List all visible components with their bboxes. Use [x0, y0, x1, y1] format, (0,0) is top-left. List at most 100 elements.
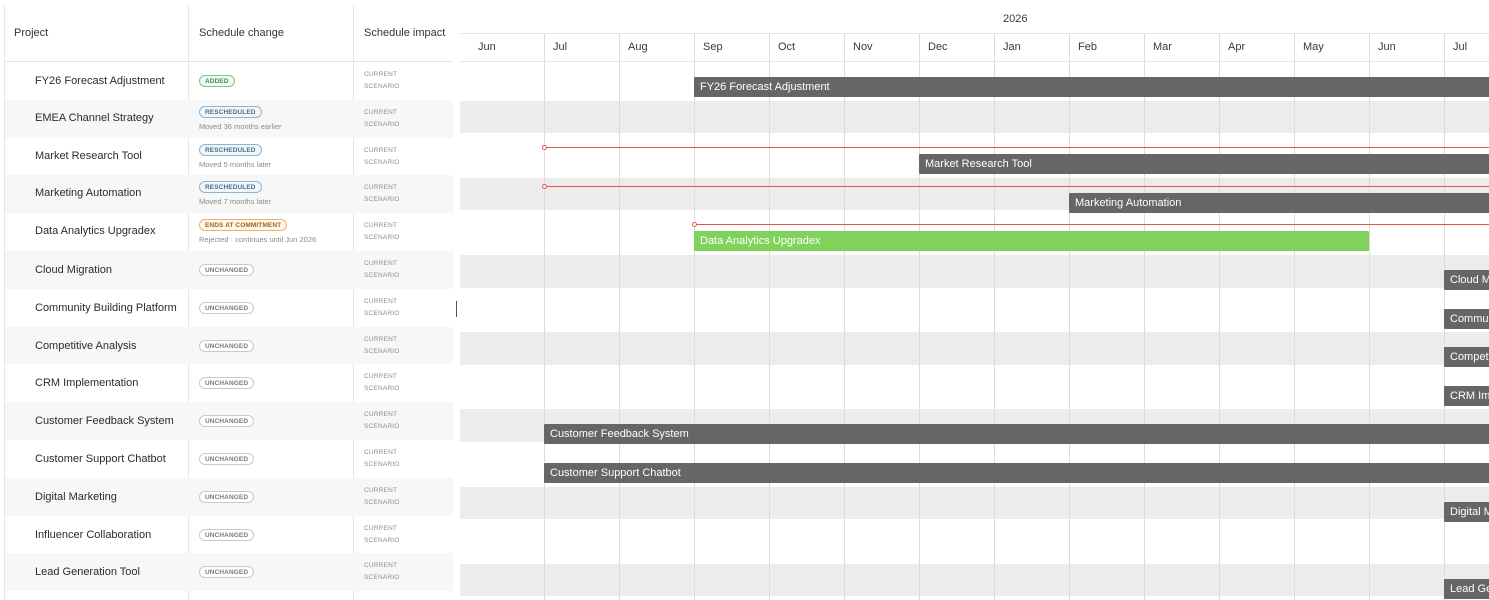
pane-resize-handle[interactable]: [456, 301, 457, 317]
status-badge: ENDS AT COMMITMENT: [199, 219, 288, 232]
previous-start-marker: [542, 183, 547, 189]
project-name[interactable]: Digital Marketing: [35, 491, 117, 503]
project-name[interactable]: Competitive Analysis: [35, 340, 137, 352]
impact-label-line1: CURRENT: [364, 411, 398, 419]
impact-label-line1: CURRENT: [364, 260, 398, 267]
status-badge: RESCHEDULED: [199, 143, 262, 156]
status-badge: UNCHANGED: [199, 415, 255, 428]
month-label: Jan: [1003, 41, 1021, 53]
status-badge: RESCHEDULED: [199, 105, 262, 118]
gantt-bar[interactable]: Customer Support Chatbot: [544, 463, 1489, 483]
project-name[interactable]: Lead Generation Tool: [35, 566, 140, 578]
table-row[interactable]: Customer Feedback System UNCHANGED CURRENT…: [5, 402, 453, 440]
month-gridline: [844, 33, 845, 600]
table-row[interactable]: EMEA Channel Strategy RESCHEDULED Moved 36…: [5, 99, 453, 138]
project-name[interactable]: Influencer Collaboration: [35, 529, 151, 541]
status-badge: UNCHANGED: [199, 377, 255, 390]
month-label: Jun: [478, 41, 496, 53]
month-label: Mar: [1153, 41, 1172, 53]
previous-schedule-line: [694, 224, 1489, 226]
schedule-impact: CURRENT SCENARIO: [364, 334, 400, 358]
schedule-impact: CURRENT SCENARIO: [364, 69, 400, 93]
schedule-change-note: Moved 5 months later: [199, 159, 272, 169]
table-row[interactable]: Market Research Tool RESCHEDULED Moved 5 m…: [5, 138, 453, 176]
impact-label-line2: SCENARIO: [364, 158, 400, 166]
month-gridline: [1144, 33, 1145, 600]
impact-label-line2: SCENARIO: [364, 234, 400, 242]
impact-label-line2: SCENARIO: [364, 536, 400, 544]
table-row[interactable]: Community Building Platform UNCHANGED CURR…: [5, 289, 453, 327]
schedule-impact: CURRENT SCENARIO: [364, 182, 400, 206]
row-band: [460, 100, 1489, 134]
project-name[interactable]: Cloud Migration: [35, 264, 112, 276]
project-name[interactable]: Community Building Platform: [35, 302, 177, 314]
gantt-bar[interactable]: Digital Marketing: [1444, 501, 1489, 522]
table-row[interactable]: Lead Generation Tool UNCHANGED CURRENT SCEN…: [5, 553, 453, 592]
gantt-bar[interactable]: Marketing Automation: [1069, 192, 1489, 213]
impact-label-line1: CURRENT: [364, 449, 398, 456]
gantt-bar[interactable]: Cloud Migration: [1444, 270, 1489, 290]
impact-label-line2: SCENARIO: [364, 461, 400, 468]
month-label: Jun: [1378, 41, 1396, 53]
project-name[interactable]: Market Research Tool: [35, 150, 142, 162]
impact-label-line2: SCENARIO: [364, 347, 400, 355]
status-badge: UNCHANGED: [199, 301, 255, 314]
month-label: Oct: [778, 41, 796, 53]
year-label: 2026: [1003, 13, 1028, 25]
schedule-impact: CURRENT SCENARIO: [364, 447, 400, 471]
project-name[interactable]: Customer Feedback System: [35, 415, 174, 427]
previous-schedule-line: [544, 185, 1489, 187]
month-label: Jul: [1453, 41, 1468, 53]
impact-label-line1: CURRENT: [364, 486, 398, 494]
impact-label-line1: CURRENT: [364, 297, 398, 305]
month-label: Dec: [928, 41, 948, 53]
gantt-bar[interactable]: Lead Generation Tool: [1444, 578, 1489, 599]
status-badge: UNCHANGED: [199, 490, 255, 503]
table-row[interactable]: CRM Implementation UNCHANGED CURRENT SCENAR…: [5, 364, 453, 402]
previous-schedule-line: [544, 147, 1489, 149]
schedule-impact: CURRENT SCENARIO: [364, 107, 400, 131]
month-label: Jul: [553, 41, 568, 53]
header-schedule-change[interactable]: Schedule change: [199, 5, 284, 61]
gantt-bar[interactable]: Competitive Analysis: [1444, 347, 1489, 368]
table-row[interactable]: Data Analytics Upgradex ENDS AT COMMITMEN…: [5, 213, 453, 251]
impact-label-line2: SCENARIO: [364, 574, 400, 582]
table-row[interactable]: Customer Support Chatbot UNCHANGED CURRENT…: [5, 440, 453, 478]
month-label: Aug: [628, 41, 648, 53]
gantt-bar[interactable]: Customer Feedback System: [544, 424, 1489, 445]
schedule-impact: CURRENT SCENARIO: [364, 220, 400, 244]
gantt-bar[interactable]: Community Building Platform: [1444, 308, 1489, 329]
impact-label-line1: CURRENT: [364, 562, 398, 570]
month-gridline: [1219, 33, 1220, 600]
table-row[interactable]: Competitive Analysis UNCHANGED CURRENT SCEN…: [5, 326, 453, 365]
table-row[interactable]: Digital Marketing UNCHANGED CURRENT SCENARI…: [5, 477, 453, 516]
header-schedule-impact[interactable]: Schedule impact: [364, 5, 445, 61]
gantt-bar[interactable]: Data Analytics Upgradex: [694, 231, 1369, 252]
month-gridline: [919, 33, 920, 600]
month-gridline: [1294, 33, 1295, 600]
table-row[interactable]: FY26 Forecast Adjustment ADDED CURRENT SCEN…: [5, 62, 453, 100]
project-name[interactable]: Marketing Automation: [35, 187, 141, 199]
table-row[interactable]: Influencer Collaboration UNCHANGED CURRENT…: [5, 516, 453, 554]
schedule-impact: CURRENT SCENARIO: [364, 258, 400, 282]
gantt-bar[interactable]: Market Research Tool: [919, 154, 1489, 175]
project-name[interactable]: EMEA Channel Strategy: [35, 112, 154, 124]
impact-label-line1: CURRENT: [364, 373, 398, 381]
header-project[interactable]: Project: [14, 5, 48, 61]
impact-label-line2: SCENARIO: [364, 423, 400, 431]
project-table: Project Schedule change Schedule impact …: [4, 5, 453, 600]
project-name[interactable]: Customer Support Chatbot: [35, 453, 166, 465]
project-name[interactable]: CRM Implementation: [35, 377, 138, 389]
project-name[interactable]: Data Analytics Upgradex: [35, 225, 155, 237]
gantt-bar[interactable]: FY26 Forecast Adjustment: [694, 77, 1489, 97]
table-row[interactable]: Cloud Migration UNCHANGED CURRENT SCENARIO: [5, 251, 453, 289]
impact-label-line1: CURRENT: [364, 108, 398, 116]
impact-label-line1: CURRENT: [364, 524, 398, 532]
month-label: Nov: [853, 41, 873, 53]
table-row[interactable]: Marketing Automation RESCHEDULED Moved 7 m…: [5, 175, 453, 214]
row-band: [460, 332, 1489, 365]
impact-label-line1: CURRENT: [364, 184, 398, 192]
gantt-bar[interactable]: CRM Implementation: [1444, 385, 1489, 406]
schedule-change-note: Moved 36 months earlier: [199, 121, 282, 131]
project-name[interactable]: FY26 Forecast Adjustment: [35, 75, 165, 87]
